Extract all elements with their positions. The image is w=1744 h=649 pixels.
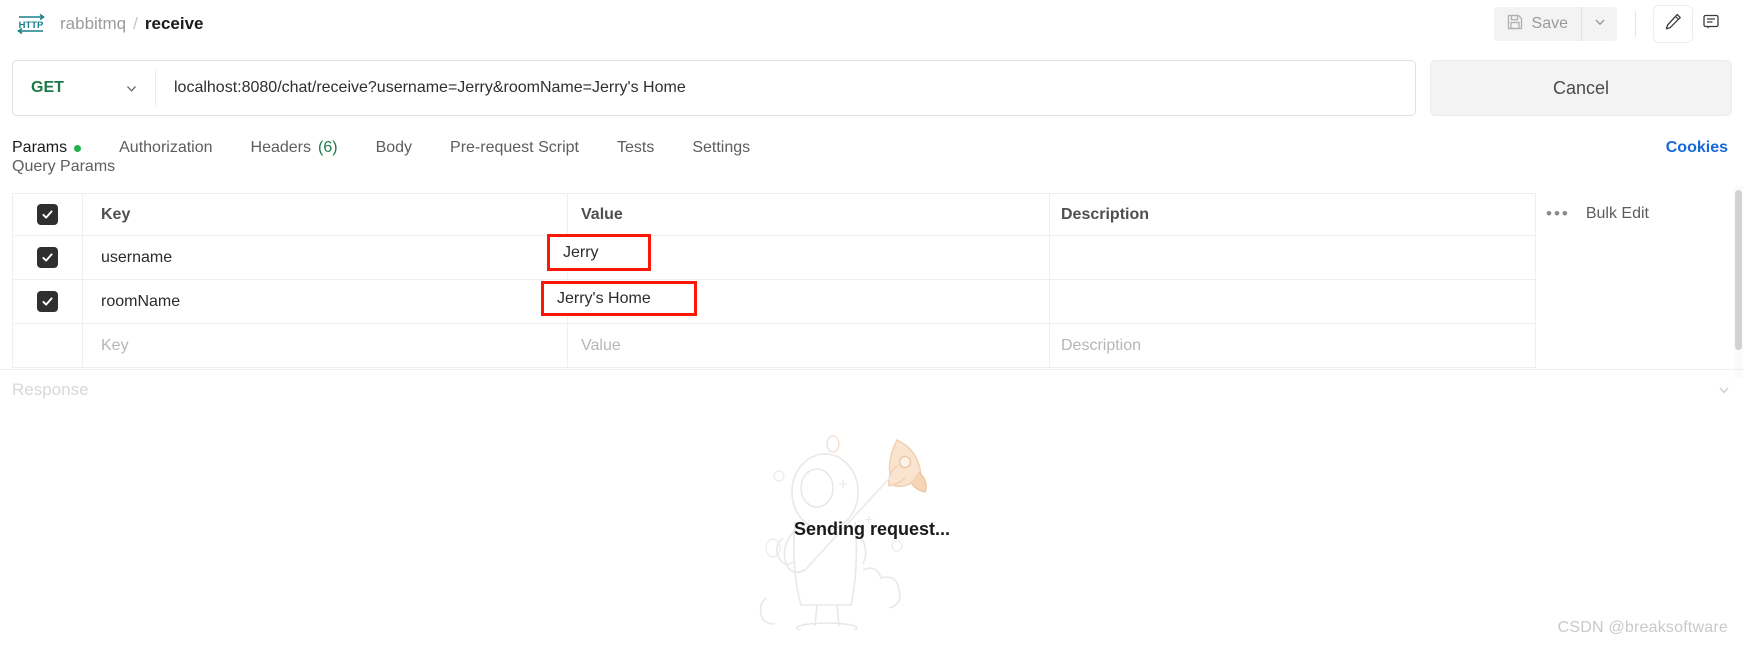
tab-authorization-label: Authorization bbox=[119, 139, 212, 157]
chevron-down-icon bbox=[124, 81, 139, 96]
param-description-input[interactable] bbox=[1050, 236, 1535, 279]
tab-headers-count: (6) bbox=[318, 139, 338, 157]
astronaut-rocket-illustration: Sending request... bbox=[747, 430, 997, 630]
params-table-actions: ••• Bulk Edit bbox=[1546, 196, 1649, 232]
query-params-heading: Query Params bbox=[12, 158, 115, 178]
table-row-empty: Key Value Description bbox=[13, 324, 1535, 368]
comments-button[interactable] bbox=[1692, 6, 1730, 42]
row-select-cell bbox=[13, 236, 83, 279]
select-all-cell bbox=[13, 194, 83, 235]
tab-headers-label: Headers bbox=[251, 139, 311, 157]
row-checkbox[interactable] bbox=[37, 291, 58, 312]
row-checkbox[interactable] bbox=[37, 247, 58, 268]
tab-pre-request-script-label: Pre-request Script bbox=[450, 139, 579, 157]
tab-headers[interactable]: Headers (6) bbox=[251, 139, 338, 157]
comment-icon bbox=[1701, 12, 1721, 37]
cancel-label: Cancel bbox=[1553, 78, 1609, 99]
chevron-down-icon bbox=[1593, 15, 1607, 34]
chevron-down-icon[interactable] bbox=[1716, 382, 1732, 398]
floppy-disk-icon bbox=[1506, 13, 1524, 36]
svg-text:HTTP: HTTP bbox=[19, 20, 44, 31]
tab-body[interactable]: Body bbox=[376, 139, 412, 157]
param-value-roomname: Jerry's Home bbox=[557, 290, 651, 308]
new-param-description-input[interactable]: Description bbox=[1050, 324, 1535, 367]
annotation-box-roomname-value[interactable]: Jerry's Home bbox=[541, 281, 697, 316]
edit-request-button[interactable] bbox=[1654, 6, 1692, 42]
top-bar: HTTP rabbitmq / receive Save bbox=[0, 0, 1744, 48]
breadcrumb-separator: / bbox=[133, 14, 138, 34]
annotation-box-username-value[interactable]: Jerry bbox=[547, 234, 651, 271]
param-description-input[interactable] bbox=[1050, 280, 1535, 323]
response-label: Response bbox=[12, 380, 89, 400]
select-all-checkbox[interactable] bbox=[37, 204, 58, 225]
bulk-edit-button[interactable]: Bulk Edit bbox=[1586, 205, 1649, 223]
response-header: Response bbox=[12, 380, 1732, 400]
pencil-icon bbox=[1663, 12, 1683, 37]
param-key-input[interactable]: username bbox=[83, 236, 568, 279]
table-header-row: Key Value Description bbox=[13, 194, 1535, 236]
breadcrumb-current[interactable]: receive bbox=[145, 14, 204, 34]
column-header-key: Key bbox=[83, 194, 568, 235]
cancel-button[interactable]: Cancel bbox=[1430, 60, 1732, 116]
url-bar-row: GET Cancel bbox=[12, 60, 1732, 116]
breadcrumb-collection[interactable]: rabbitmq bbox=[60, 14, 126, 34]
http-icon: HTTP bbox=[16, 12, 46, 36]
row-select-cell bbox=[13, 280, 83, 323]
new-param-key-input[interactable]: Key bbox=[83, 324, 568, 367]
save-options-button[interactable] bbox=[1581, 7, 1617, 41]
tab-params-label: Params bbox=[12, 139, 67, 157]
url-input[interactable] bbox=[156, 61, 1415, 115]
url-field: GET bbox=[12, 60, 1416, 116]
tab-body-label: Body bbox=[376, 139, 412, 157]
param-key-input[interactable]: roomName bbox=[83, 280, 568, 323]
new-param-value-input[interactable]: Value bbox=[568, 324, 1050, 367]
column-header-description: Description bbox=[1050, 194, 1535, 235]
tab-authorization[interactable]: Authorization bbox=[119, 139, 212, 157]
table-row: username bbox=[13, 236, 1535, 280]
query-params-table: Key Value Description username bbox=[12, 193, 1536, 368]
toolbar-divider bbox=[1635, 11, 1636, 37]
save-button-group: Save bbox=[1494, 7, 1617, 41]
ellipsis-icon[interactable]: ••• bbox=[1546, 209, 1570, 219]
breadcrumb: rabbitmq / receive bbox=[60, 14, 204, 34]
column-header-value: Value bbox=[568, 194, 1050, 235]
watermark: CSDN @breaksoftware bbox=[1558, 619, 1728, 637]
param-value-username: Jerry bbox=[563, 244, 599, 262]
row-select-cell bbox=[13, 324, 83, 367]
save-button[interactable]: Save bbox=[1494, 7, 1581, 41]
tab-pre-request-script[interactable]: Pre-request Script bbox=[450, 139, 579, 157]
response-body: Sending request... bbox=[0, 410, 1744, 649]
postman-request-window: HTTP rabbitmq / receive Save bbox=[0, 0, 1744, 649]
http-method-selector[interactable]: GET bbox=[13, 61, 155, 115]
cookies-link[interactable]: Cookies bbox=[1666, 139, 1732, 157]
tab-settings-label: Settings bbox=[692, 139, 750, 157]
params-modified-dot bbox=[74, 145, 81, 152]
save-label: Save bbox=[1532, 15, 1568, 33]
tab-settings[interactable]: Settings bbox=[692, 139, 750, 157]
section-divider bbox=[0, 369, 1744, 370]
request-tabs: Params Authorization Headers (6) Body Pr… bbox=[12, 131, 1732, 165]
tab-tests-label: Tests bbox=[617, 139, 654, 157]
params-scrollbar-thumb[interactable] bbox=[1735, 190, 1742, 350]
http-method-label: GET bbox=[31, 79, 124, 97]
tab-tests[interactable]: Tests bbox=[617, 139, 654, 157]
table-row: roomName bbox=[13, 280, 1535, 324]
tab-params[interactable]: Params bbox=[12, 139, 81, 157]
response-status-text: Sending request... bbox=[794, 519, 950, 540]
top-bar-actions: Save bbox=[1494, 6, 1730, 42]
